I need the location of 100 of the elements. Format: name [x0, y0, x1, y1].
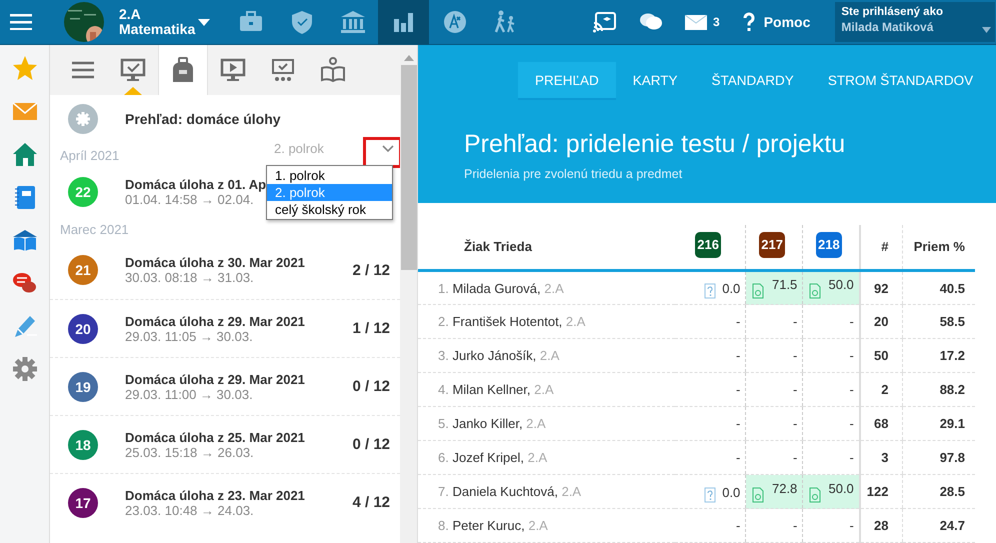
gear-circle-icon	[68, 104, 98, 134]
number-badge: 21	[68, 255, 98, 285]
dropdown-option[interactable]: celý školský rok	[267, 201, 392, 218]
mail-icon[interactable]	[685, 14, 707, 30]
table-cell: 58.5	[902, 304, 975, 338]
score-cell: -	[675, 508, 746, 542]
nav-tab[interactable]: ŠTANDARDY	[694, 62, 811, 100]
monitor-dots-icon	[270, 57, 296, 83]
question-doc-icon	[704, 283, 716, 299]
table-cell: 40.5	[902, 270, 975, 304]
caret-icon[interactable]	[197, 17, 211, 27]
dropdown-option[interactable]: 1. polrok	[267, 167, 392, 184]
table-cell: 3	[860, 440, 902, 474]
unread-count: 3	[713, 15, 720, 29]
score-cell: -	[746, 304, 803, 338]
page-subtitle: Pridelenia pre zvolenú triedu a predmet	[464, 167, 684, 181]
test-badge[interactable]: 218	[816, 232, 842, 258]
score-cell: -	[675, 440, 746, 474]
document-icon	[752, 283, 764, 299]
dropdown-option[interactable]: 2. polrok	[267, 184, 392, 201]
menu-icon[interactable]	[10, 14, 32, 30]
house-icon[interactable]	[12, 141, 38, 167]
submission-count: 0 / 12	[352, 436, 390, 453]
homework-title: Domáca úloha z 29. Mar 2021	[125, 314, 305, 328]
table-cell: 2. František Hotentot, 2.A	[418, 304, 676, 338]
section-title: Prehľad: domáce úlohy	[125, 111, 281, 127]
score-cell: -	[675, 304, 746, 338]
homework-title: Domáca úloha z 25. Mar 2021	[125, 430, 305, 444]
submission-count: 4 / 12	[352, 494, 390, 511]
table-cell: 17.2	[902, 338, 975, 372]
panel-tab[interactable]	[158, 45, 208, 95]
chat-icon[interactable]	[639, 12, 663, 32]
table-cell: 5. Janko Killer, 2.A	[418, 406, 676, 440]
book-icon[interactable]	[12, 227, 38, 253]
scrollbar-thumb[interactable]	[401, 65, 417, 270]
score-cell: 71.5	[746, 270, 803, 304]
help-link[interactable]: Pomoc	[764, 14, 810, 30]
table-cell: 29.1	[902, 406, 975, 440]
score-cell: -	[802, 304, 860, 338]
reading-person-icon	[320, 57, 346, 83]
score-cell: 72.8	[746, 474, 803, 508]
help-icon[interactable]	[742, 12, 756, 32]
score-cell: -	[802, 406, 860, 440]
homework-time: 01.04. 14:58 → 02.04.	[125, 192, 254, 207]
table-cell: 2	[860, 372, 902, 406]
user-caption: Ste prihlásený ako	[841, 6, 944, 18]
homework-time: 30.03. 08:18 → 31.03.	[125, 270, 254, 285]
nav-tab[interactable]	[378, 0, 429, 44]
nav-tab[interactable]: STROM ŠTANDARDOV	[810, 62, 990, 100]
table-cell: 122	[860, 474, 902, 508]
monitor-check-icon	[120, 57, 146, 83]
test-badge[interactable]: 217	[759, 232, 786, 258]
number-badge: 17	[68, 488, 98, 518]
star-icon[interactable]	[12, 55, 38, 81]
homework-time: 23.03. 10:48 → 24.03.	[125, 502, 254, 518]
homework-time: 25.03. 15:18 → 26.03.	[125, 444, 254, 460]
submission-count: 0 / 12	[352, 378, 390, 395]
score-cell: -	[746, 372, 803, 406]
class-name: 2.A	[119, 7, 142, 22]
table-cell: 68	[860, 406, 902, 440]
score-cell: 50.0	[802, 270, 860, 304]
gear-icon[interactable]	[12, 356, 38, 382]
homework-time: 29.03. 11:05 → 30.03.	[125, 328, 253, 344]
letter-circle-icon	[442, 9, 468, 35]
monitor-play-icon	[220, 57, 246, 83]
table-cell: 20	[860, 304, 902, 338]
homework-title: Domáca úloha z 23. Mar 2021	[125, 488, 305, 502]
test-badge[interactable]: 216	[695, 232, 722, 258]
document-icon	[752, 486, 764, 502]
score-cell: -	[746, 508, 803, 542]
table-cell: 6. Jozef Kripel, 2.A	[418, 440, 676, 474]
number-badge: 22	[68, 177, 98, 207]
score-cell: -	[675, 372, 746, 406]
month-label: Marec 2021	[60, 222, 129, 236]
number-badge: 20	[68, 314, 98, 344]
table-cell: 97.8	[902, 440, 975, 474]
score-cell: 50.0	[802, 474, 860, 508]
subject-name: Matematika	[119, 22, 196, 37]
chevron-icon	[382, 144, 394, 152]
table-cell: 24.7	[902, 508, 975, 542]
nav-tab[interactable]: PREHĽAD	[518, 62, 616, 100]
homework-title: Domáca úloha z 01. Ap	[125, 177, 266, 192]
table-cell: 8. Peter Kuruc, 2.A	[418, 508, 676, 542]
month-label: Apríl 2021	[60, 148, 120, 162]
score-cell: -	[802, 338, 860, 372]
user-name: Milada Matiková	[841, 20, 934, 34]
table-cell: 92	[860, 270, 902, 304]
table-cell: 28	[860, 508, 902, 542]
score-cell: -	[675, 338, 746, 372]
user-menu[interactable]: Ste prihlásený ako Milada Matiková	[835, 2, 996, 42]
score-cell: -	[802, 508, 860, 542]
score-cell: -	[675, 406, 746, 440]
table-cell: 3. Jurko Jánošík, 2.A	[418, 338, 676, 372]
score-cell: -	[746, 338, 803, 372]
homework-title: Domáca úloha z 29. Mar 2021	[125, 372, 305, 386]
document-icon	[809, 283, 822, 299]
cast-icon[interactable]	[593, 11, 617, 33]
column-header: Žiak Trieda	[418, 224, 676, 270]
nav-tab[interactable]: KARTY	[616, 62, 695, 100]
table-cell: 1. Milada Gurová, 2.A	[418, 270, 676, 304]
